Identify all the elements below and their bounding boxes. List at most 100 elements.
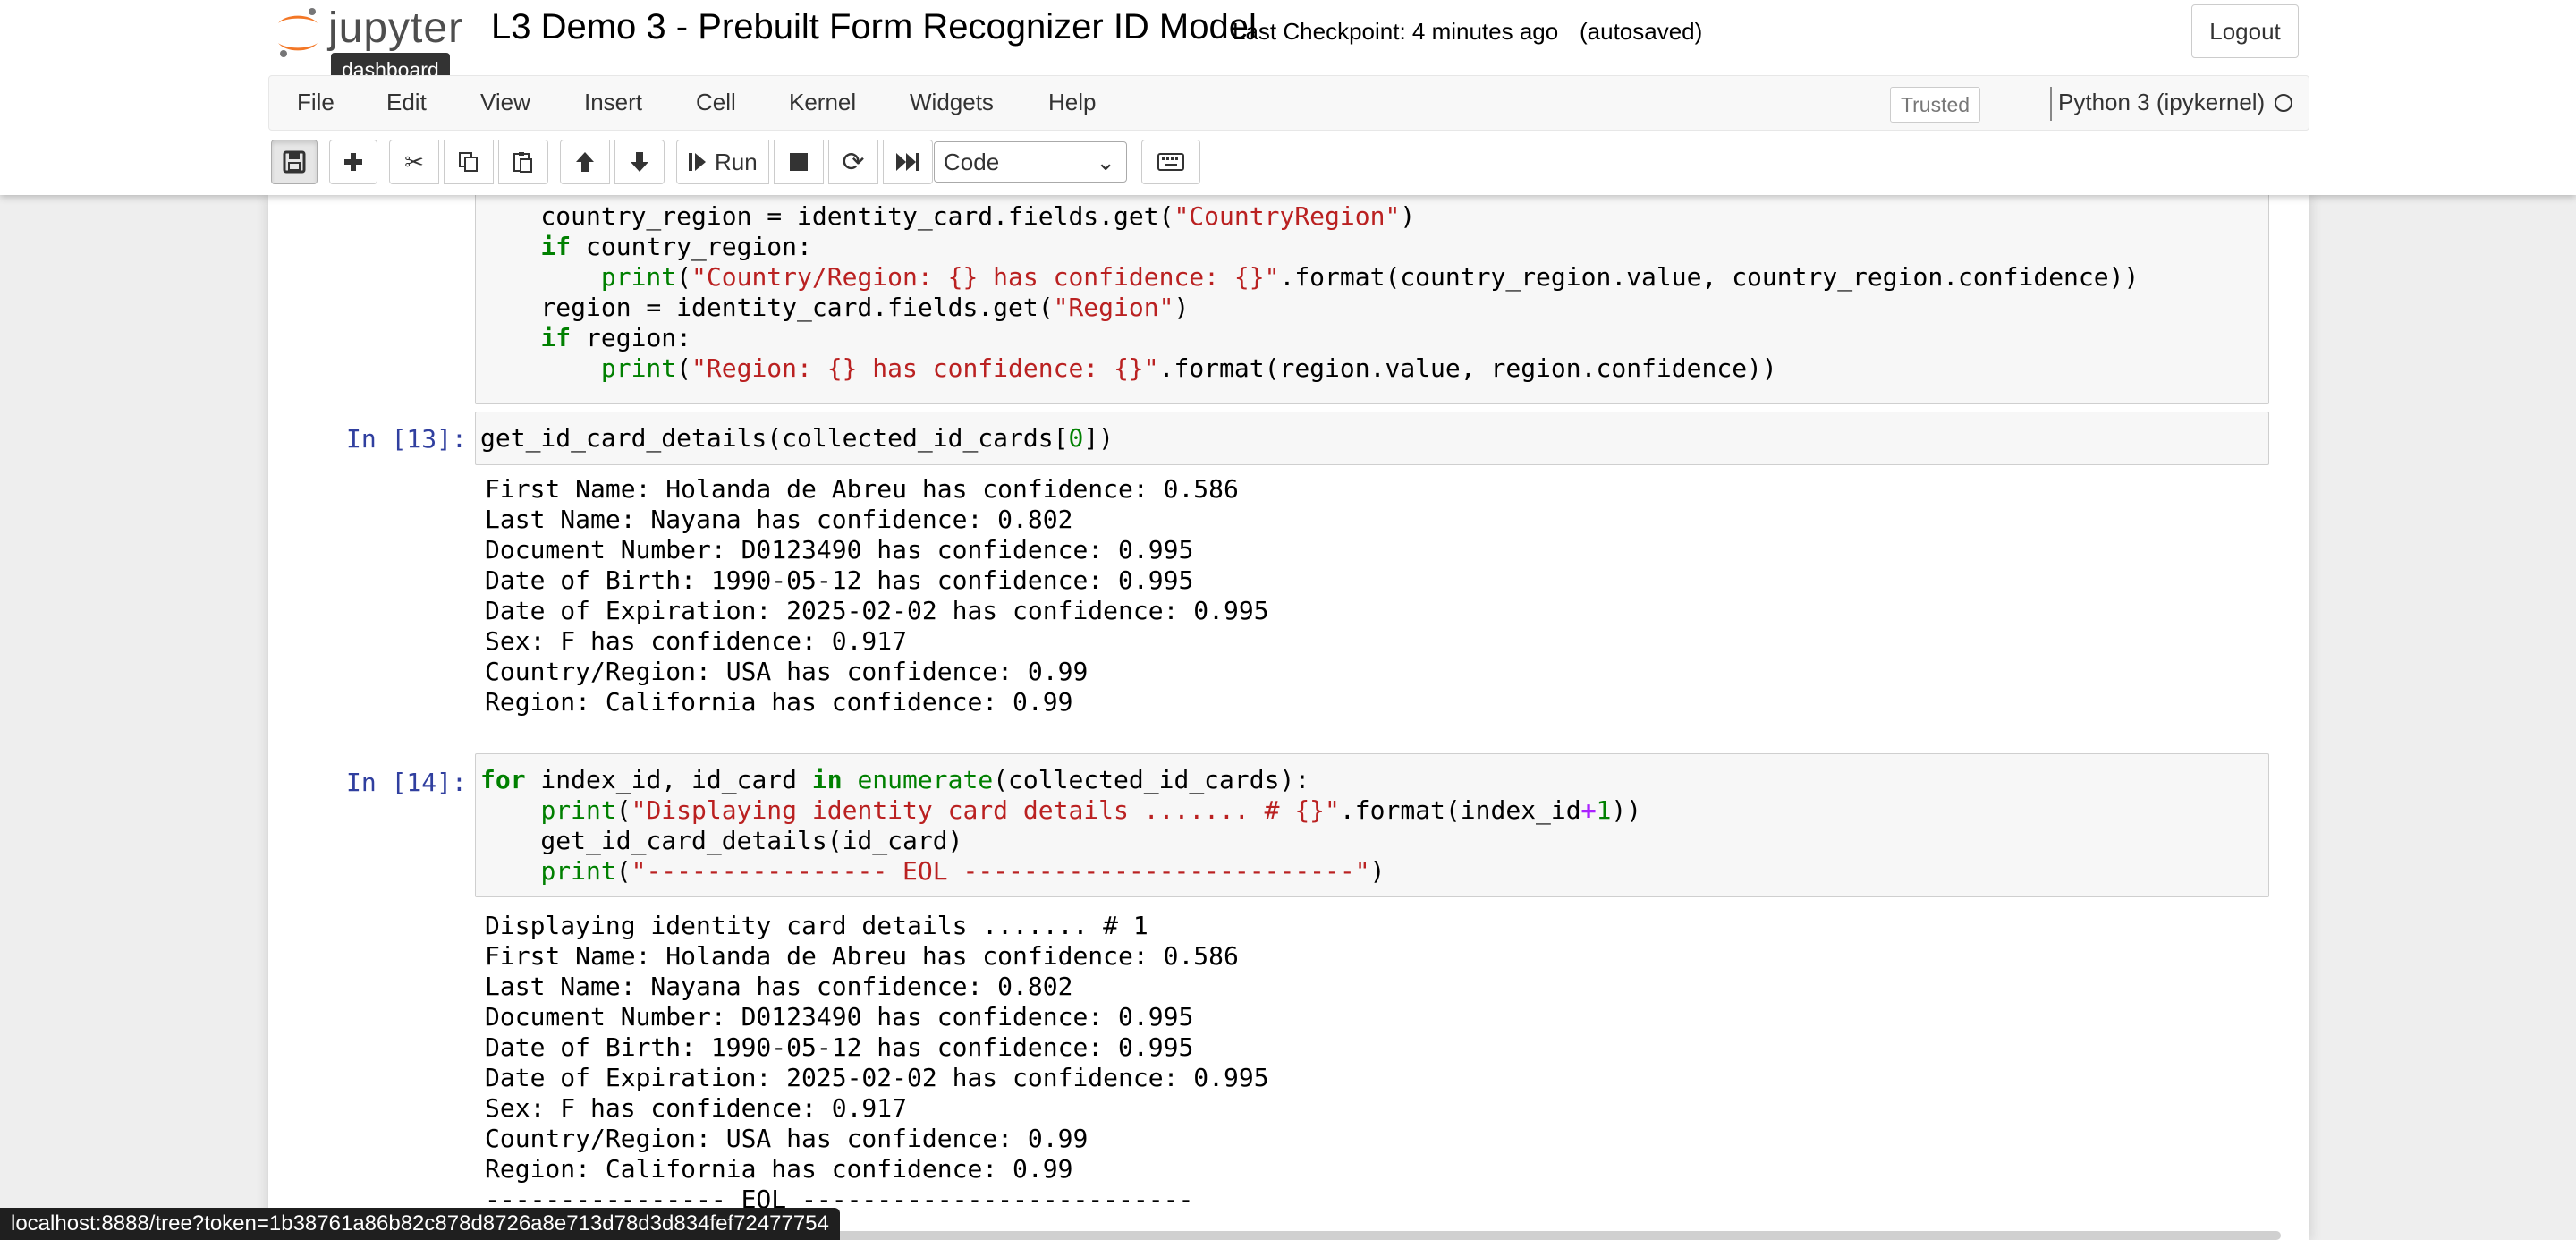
kernel-idle-icon: [2275, 94, 2292, 112]
code-line: print("---------------- EOL ------------…: [540, 856, 1385, 886]
menu-file[interactable]: File: [297, 89, 335, 116]
paste-button[interactable]: [498, 140, 548, 184]
keyword: in: [811, 765, 843, 794]
string-literal: "---------------- EOL ------------------…: [631, 856, 1370, 886]
notebook-header: jupyter dashboard L3 Demo 3 - Prebuilt F…: [0, 0, 2576, 195]
interrupt-button[interactable]: [774, 140, 824, 184]
builtin: print: [540, 856, 616, 886]
output-line: Date of Birth: 1990-05-12 has confidence…: [485, 1032, 1194, 1062]
menu-help[interactable]: Help: [1048, 89, 1096, 116]
copy-icon: [459, 152, 478, 172]
output-line: Document Number: D0123490 has confidence…: [485, 535, 1194, 565]
output-line: Last Name: Nayana has confidence: 0.802: [485, 972, 1073, 1001]
menu-kernel[interactable]: Kernel: [789, 89, 856, 116]
run-button[interactable]: Run: [676, 140, 769, 184]
run-icon: [689, 153, 706, 171]
cell-type-select[interactable]: Code ⌄: [934, 141, 1127, 183]
output-line: Country/Region: USA has confidence: 0.99: [485, 657, 1089, 686]
save-button[interactable]: [271, 140, 318, 184]
paste-icon: [513, 152, 532, 173]
input-prompt: In [14]:: [346, 768, 467, 797]
trusted-indicator[interactable]: Trusted: [1890, 87, 1980, 123]
status-bar-url: localhost:8888/tree?token=1b38761a86b82c…: [0, 1208, 840, 1240]
kernel-name[interactable]: Python 3 (ipykernel): [2058, 89, 2265, 116]
move-up-button[interactable]: [560, 140, 610, 184]
run-label: Run: [715, 148, 758, 175]
output-line: Displaying identity card details .......…: [485, 911, 1148, 940]
insert-cell-button[interactable]: [329, 140, 377, 184]
notebook-container: country_region = identity_card.fields.ge…: [268, 195, 2309, 1240]
code-cell-previous[interactable]: country_region = identity_card.fields.ge…: [475, 195, 2269, 404]
string-literal: "Region: {} has confidence: {}": [691, 353, 1159, 383]
jupyter-logo-icon: [278, 8, 318, 57]
code-line: get_id_card_details(id_card): [480, 826, 963, 855]
autosave-status: (autosaved): [1580, 18, 1703, 45]
builtin: print: [540, 795, 616, 825]
string-literal: "CountryRegion": [1174, 201, 1401, 231]
output-line: Sex: F has confidence: 0.917: [485, 626, 908, 656]
builtin: enumerate: [857, 765, 994, 794]
cut-button[interactable]: ✂: [389, 140, 439, 184]
keyword: if: [540, 323, 572, 352]
keyword: if: [540, 232, 572, 261]
code-line: print("Displaying identity card details …: [540, 795, 1642, 825]
builtin: print: [600, 262, 677, 292]
string-literal: "Region": [1053, 293, 1174, 322]
operator: +: [1580, 795, 1597, 825]
menu-view[interactable]: View: [480, 89, 530, 116]
input-prompt: In [13]:: [346, 424, 467, 454]
number-literal: 1: [1596, 795, 1612, 825]
plus-icon: [344, 153, 362, 171]
arrow-up-icon: [576, 152, 594, 172]
code-line: if country_region:: [540, 232, 812, 261]
code-line: get_id_card_details(collected_id_cards[0…: [480, 423, 1114, 453]
code-cell-13[interactable]: get_id_card_details(collected_id_cards[0…: [475, 412, 2269, 465]
output-line: First Name: Holanda de Abreu has confide…: [485, 941, 1239, 971]
string-literal: "Displaying identity card details ......…: [631, 795, 1340, 825]
notebook-title[interactable]: L3 Demo 3 - Prebuilt Form Recognizer ID …: [491, 7, 1257, 47]
copy-button[interactable]: [444, 140, 494, 184]
output-line: Region: California has confidence: 0.99: [485, 687, 1073, 717]
chevron-down-icon: ⌄: [1096, 149, 1115, 175]
move-down-button[interactable]: [614, 140, 665, 184]
menu-insert[interactable]: Insert: [584, 89, 642, 116]
cut-icon: ✂: [404, 148, 424, 175]
command-palette-button[interactable]: [1141, 140, 1200, 184]
keyword: for: [480, 765, 526, 794]
checkpoint-status: Last Checkpoint: 4 minutes ago: [1233, 18, 1559, 45]
menu-widgets[interactable]: Widgets: [910, 89, 994, 116]
output-line: Date of Expiration: 2025-02-02 has confi…: [485, 596, 1269, 625]
save-icon: [283, 150, 306, 174]
restart-button[interactable]: ⟳: [828, 140, 878, 184]
output-line: Document Number: D0123490 has confidence…: [485, 1002, 1194, 1032]
stop-icon: [790, 153, 808, 171]
code-line: if region:: [540, 323, 692, 352]
output-line: Sex: F has confidence: 0.917: [485, 1093, 908, 1123]
menubar: File Edit View Insert Cell Kernel Widget…: [268, 75, 2309, 131]
kernel-separator: [2050, 87, 2052, 121]
restart-run-all-button[interactable]: [883, 140, 933, 184]
code-line: print("Region: {} has confidence: {}".fo…: [600, 353, 1777, 383]
output-line: First Name: Holanda de Abreu has confide…: [485, 474, 1239, 504]
arrow-down-icon: [631, 152, 648, 172]
builtin: print: [600, 353, 677, 383]
code-line: for index_id, id_card in enumerate(colle…: [480, 765, 1310, 794]
keyboard-icon: [1157, 153, 1184, 171]
restart-icon: ⟳: [842, 147, 865, 177]
code-cell-14[interactable]: for index_id, id_card in enumerate(colle…: [475, 753, 2269, 897]
number-literal: 0: [1068, 423, 1084, 453]
output-line: Date of Expiration: 2025-02-02 has confi…: [485, 1063, 1269, 1092]
output-line: Country/Region: USA has confidence: 0.99: [485, 1124, 1089, 1153]
menu-cell[interactable]: Cell: [696, 89, 736, 116]
code-line: region = identity_card.fields.get("Regio…: [480, 293, 1190, 322]
output-line: Last Name: Nayana has confidence: 0.802: [485, 505, 1073, 534]
fast-forward-icon: [896, 153, 919, 171]
string-literal: "Country/Region: {} has confidence: {}": [691, 262, 1280, 292]
cell-type-value: Code: [944, 149, 1000, 175]
code-line: country_region = identity_card.fields.ge…: [480, 201, 1416, 231]
code-line: print("Country/Region: {} has confidence…: [600, 262, 2140, 292]
output-line: Region: California has confidence: 0.99: [485, 1154, 1073, 1184]
menu-edit[interactable]: Edit: [386, 89, 427, 116]
logout-button[interactable]: Logout: [2191, 4, 2299, 58]
jupyter-wordmark: jupyter: [328, 4, 464, 52]
